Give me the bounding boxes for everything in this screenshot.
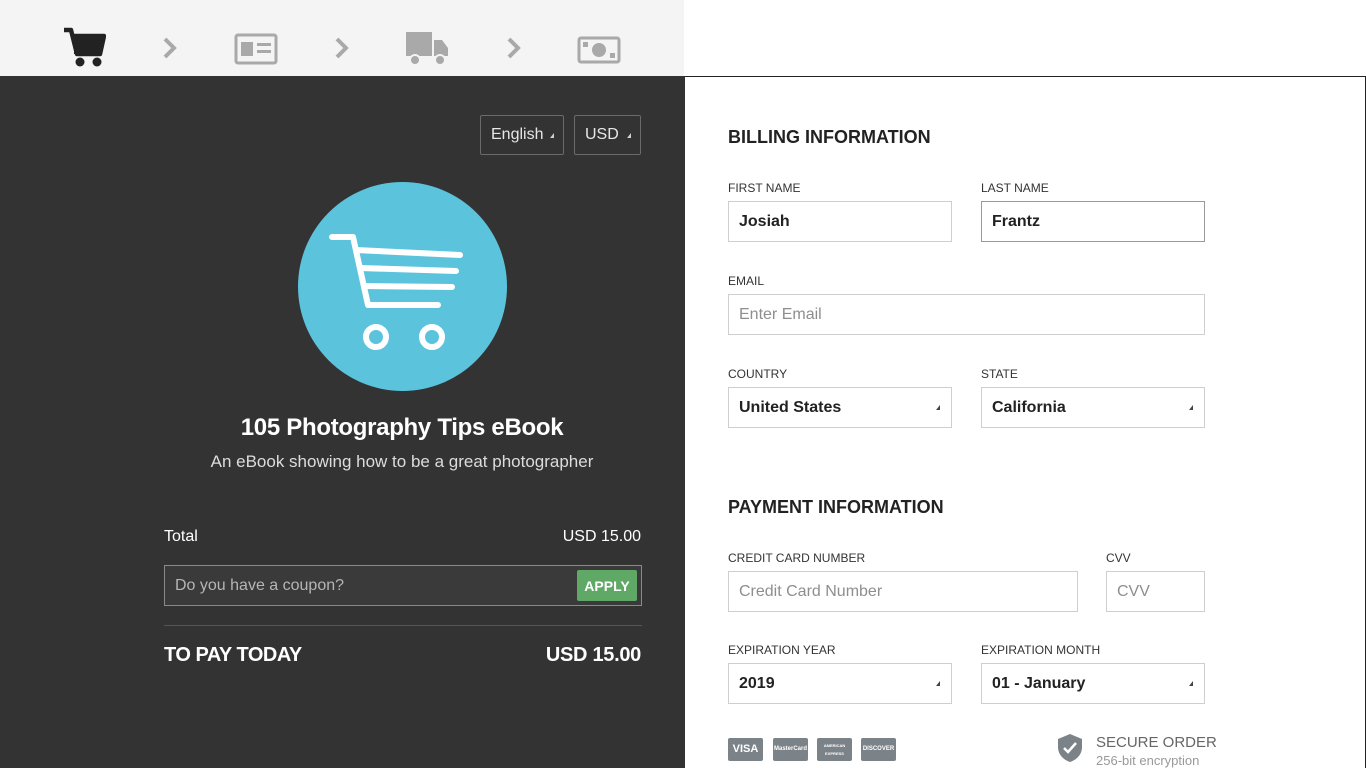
dropdown-arrow-icon <box>936 681 940 686</box>
last-name-field[interactable] <box>981 201 1205 242</box>
product-image <box>298 182 507 391</box>
exp-year-value: 2019 <box>739 675 775 692</box>
exp-month-select[interactable]: 01 - January <box>981 663 1205 704</box>
coupon-input[interactable] <box>165 566 565 605</box>
state-value: California <box>992 399 1066 416</box>
currency-select[interactable]: USD <box>574 115 641 155</box>
total-label: Total <box>164 528 198 545</box>
checkout-form-panel: BILLING INFORMATION FIRST NAME LAST NAME… <box>685 76 1366 768</box>
email-field[interactable] <box>728 294 1205 335</box>
dropdown-arrow-icon <box>550 133 554 138</box>
coupon-box: APPLY <box>164 565 642 606</box>
product-title: 105 Photography Tips eBook <box>240 414 564 441</box>
card-number-field[interactable] <box>728 571 1078 612</box>
currency-value: USD <box>585 126 619 143</box>
payment-title: PAYMENT INFORMATION <box>728 497 944 517</box>
billing-title: BILLING INFORMATION <box>728 127 931 147</box>
exp-month-label: EXPIRATION MONTH <box>981 643 1101 657</box>
email-label: EMAIL <box>728 274 765 288</box>
money-icon[interactable] <box>577 36 621 64</box>
checkout-steps <box>0 0 684 76</box>
cvv-field[interactable] <box>1106 571 1205 612</box>
visa-icon: VISA <box>728 738 763 761</box>
apply-coupon-button[interactable]: APPLY <box>577 570 637 601</box>
mastercard-icon: MasterCard <box>773 738 808 761</box>
truck-icon[interactable] <box>405 30 449 68</box>
chevron-right-icon <box>507 37 521 59</box>
exp-month-value: 01 - January <box>992 675 1086 692</box>
cart-icon[interactable] <box>62 26 106 68</box>
dropdown-arrow-icon <box>1189 681 1193 686</box>
first-name-label: FIRST NAME <box>728 181 801 195</box>
country-value: United States <box>739 399 842 416</box>
dropdown-arrow-icon <box>627 133 631 138</box>
language-select[interactable]: English <box>480 115 564 155</box>
order-summary-panel: English USD 105 Photography Tips eBook A… <box>0 76 685 768</box>
id-card-icon[interactable] <box>234 33 278 65</box>
first-name-field[interactable] <box>728 201 952 242</box>
total-value: USD 15.00 <box>562 528 641 545</box>
cvv-label: CVV <box>1106 551 1131 565</box>
shield-check-icon <box>1058 734 1082 762</box>
country-label: COUNTRY <box>728 367 788 381</box>
encryption-label: 256-bit encryption <box>1096 753 1200 768</box>
state-select[interactable]: California <box>981 387 1205 428</box>
dropdown-arrow-icon <box>1189 405 1193 410</box>
state-label: STATE <box>981 367 1018 381</box>
country-select[interactable]: United States <box>728 387 952 428</box>
card-number-label: CREDIT CARD NUMBER <box>728 551 866 565</box>
pay-today-label: TO PAY TODAY <box>164 644 302 666</box>
amex-icon: AMERICAN EXPRESS <box>817 738 852 761</box>
last-name-label: LAST NAME <box>981 181 1049 195</box>
dropdown-arrow-icon <box>936 405 940 410</box>
secure-order-label: SECURE ORDER <box>1096 734 1217 751</box>
exp-year-label: EXPIRATION YEAR <box>728 643 836 657</box>
divider <box>164 625 642 626</box>
language-value: English <box>491 126 544 143</box>
exp-year-select[interactable]: 2019 <box>728 663 952 704</box>
pay-today-value: USD 15.00 <box>545 644 641 666</box>
discover-icon: DISCOVER <box>861 738 896 761</box>
chevron-right-icon <box>335 37 349 59</box>
chevron-right-icon <box>163 37 177 59</box>
product-subtitle: An eBook showing how to be a great photo… <box>210 452 594 471</box>
cart-icon <box>329 234 463 350</box>
